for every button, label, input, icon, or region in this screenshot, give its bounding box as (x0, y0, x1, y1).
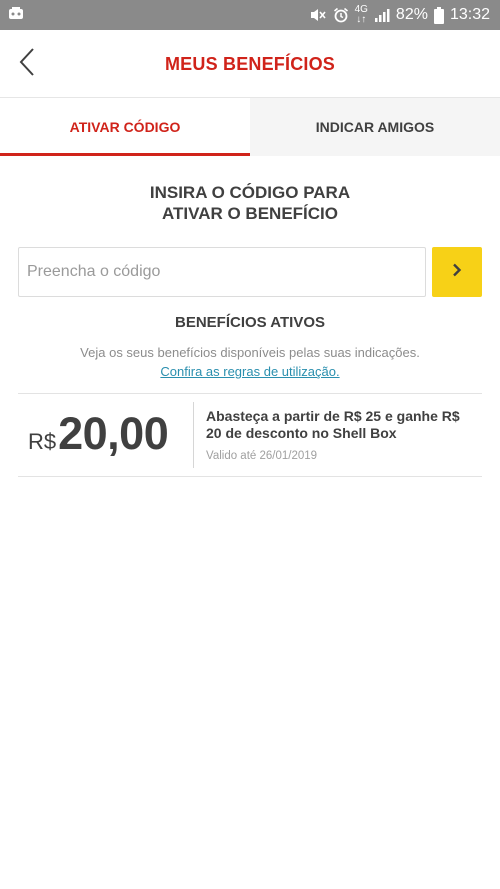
status-bar: 4G ↓↑ 82% 13:32 (0, 0, 500, 30)
code-heading-line1: INSIRA O CÓDIGO PARA (149, 183, 351, 202)
battery-percent: 82% (395, 6, 428, 23)
benefits-description: Veja os seus benefícios disponíveis pela… (80, 345, 420, 360)
network-indicator: 4G ↓↑ (355, 5, 368, 25)
tab-ativar-codigo[interactable]: ATIVAR CÓDIGO (0, 98, 250, 156)
tab-bar: ATIVAR CÓDIGO INDICAR AMIGOS (0, 98, 500, 156)
code-input[interactable] (18, 247, 426, 297)
code-heading-line2: ATIVAR O BENEFÍCIO (162, 204, 338, 223)
clock: 13:32 (449, 6, 490, 23)
alarm-icon (333, 7, 349, 23)
rules-link[interactable]: Confira as regras de utilização. (0, 364, 500, 379)
notification-icon (8, 6, 24, 24)
status-right: 4G ↓↑ 82% 13:32 (309, 5, 490, 25)
submit-code-button[interactable] (432, 247, 482, 297)
card-separator (193, 402, 194, 468)
battery-icon (433, 6, 444, 24)
rules-link-text[interactable]: Confira as regras de utilização. (160, 364, 339, 379)
divider (18, 476, 482, 477)
benefit-title: Abasteça a partir de R$ 25 e ganhe R$ 20… (206, 408, 460, 441)
benefit-card: R$ 20,00 Abasteça a partir de R$ 25 e ga… (18, 394, 482, 476)
network-arrows: ↓↑ (356, 14, 367, 25)
code-heading: INSIRA O CÓDIGO PARA ATIVAR O BENEFÍCIO (0, 182, 500, 224)
benefits-heading: BENEFÍCIOS ATIVOS (174, 314, 325, 331)
chevron-right-icon (452, 263, 462, 282)
chevron-left-icon (18, 47, 36, 82)
benefit-currency: R$ (28, 429, 57, 454)
page-title: MEUS BENEFÍCIOS (164, 53, 336, 74)
back-button[interactable] (12, 46, 42, 82)
app-header: MEUS BENEFÍCIOS (0, 30, 500, 98)
benefit-amount: R$ 20,00 (28, 408, 169, 460)
signal-icon (374, 8, 390, 22)
benefit-validity: Valido até 26/01/2019 (206, 450, 318, 462)
status-left (8, 6, 24, 24)
mute-icon (309, 7, 327, 23)
tab-indicar-amigos[interactable]: INDICAR AMIGOS (250, 98, 500, 156)
benefit-value: 20,00 (58, 408, 169, 459)
